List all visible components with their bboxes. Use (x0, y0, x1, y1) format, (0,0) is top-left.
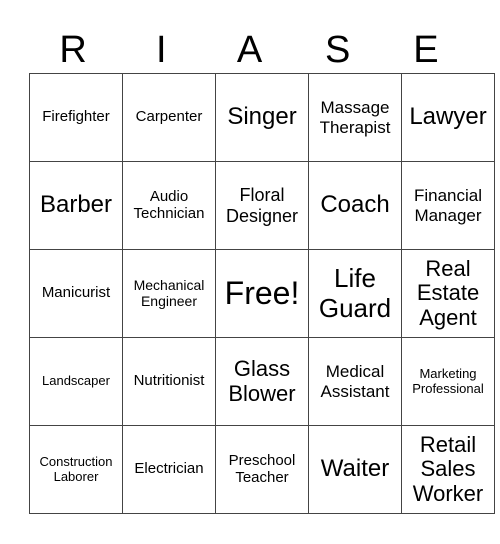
bingo-cell[interactable]: Manicurist (29, 249, 123, 338)
grid-row: Manicurist Mechanical Engineer Free! Lif… (29, 249, 495, 338)
grid-row: Landscaper Nutritionist Glass Blower Med… (29, 337, 495, 426)
header-letter-a: A (236, 29, 263, 71)
bingo-cell[interactable]: Retail Sales Worker (401, 425, 495, 514)
bingo-cell[interactable]: Financial Manager (401, 161, 495, 250)
bingo-cell[interactable]: Audio Technician (122, 161, 216, 250)
bingo-cell[interactable]: Marketing Professional (401, 337, 495, 426)
bingo-cell[interactable]: Mechanical Engineer (122, 249, 216, 338)
bingo-cell[interactable]: Glass Blower (215, 337, 309, 426)
header-letter-s: S (325, 29, 351, 71)
bingo-cell[interactable]: Coach (308, 161, 402, 250)
bingo-cell[interactable]: Preschool Teacher (215, 425, 309, 514)
bingo-cell[interactable]: Construction Laborer (29, 425, 123, 514)
header-letter-i: I (156, 29, 167, 71)
bingo-cell[interactable]: Electrician (122, 425, 216, 514)
bingo-cell[interactable]: Floral Designer (215, 161, 309, 250)
bingo-cell[interactable]: Waiter (308, 425, 402, 514)
grid-row: Construction Laborer Electrician Prescho… (29, 425, 495, 514)
bingo-cell[interactable]: Barber (29, 161, 123, 250)
bingo-cell[interactable]: Real Estate Agent (401, 249, 495, 338)
bingo-cell[interactable]: Lawyer (401, 73, 495, 162)
bingo-header: R I A S E (29, 28, 470, 72)
grid-row: Barber Audio Technician Floral Designer … (29, 161, 495, 250)
bingo-cell[interactable]: Medical Assistant (308, 337, 402, 426)
free-space[interactable]: Free! (215, 249, 309, 338)
grid-row: Firefighter Carpenter Singer Massage The… (29, 73, 495, 162)
bingo-cell[interactable]: Carpenter (122, 73, 216, 162)
bingo-cell[interactable]: Massage Therapist (308, 73, 402, 162)
bingo-cell[interactable]: Nutritionist (122, 337, 216, 426)
bingo-grid: Firefighter Carpenter Singer Massage The… (29, 73, 495, 514)
header-letter-r: R (59, 29, 87, 71)
bingo-cell[interactable]: Singer (215, 73, 309, 162)
bingo-cell[interactable]: Life Guard (308, 249, 402, 338)
header-letter-e: E (413, 29, 439, 71)
bingo-cell[interactable]: Landscaper (29, 337, 123, 426)
bingo-cell[interactable]: Firefighter (29, 73, 123, 162)
